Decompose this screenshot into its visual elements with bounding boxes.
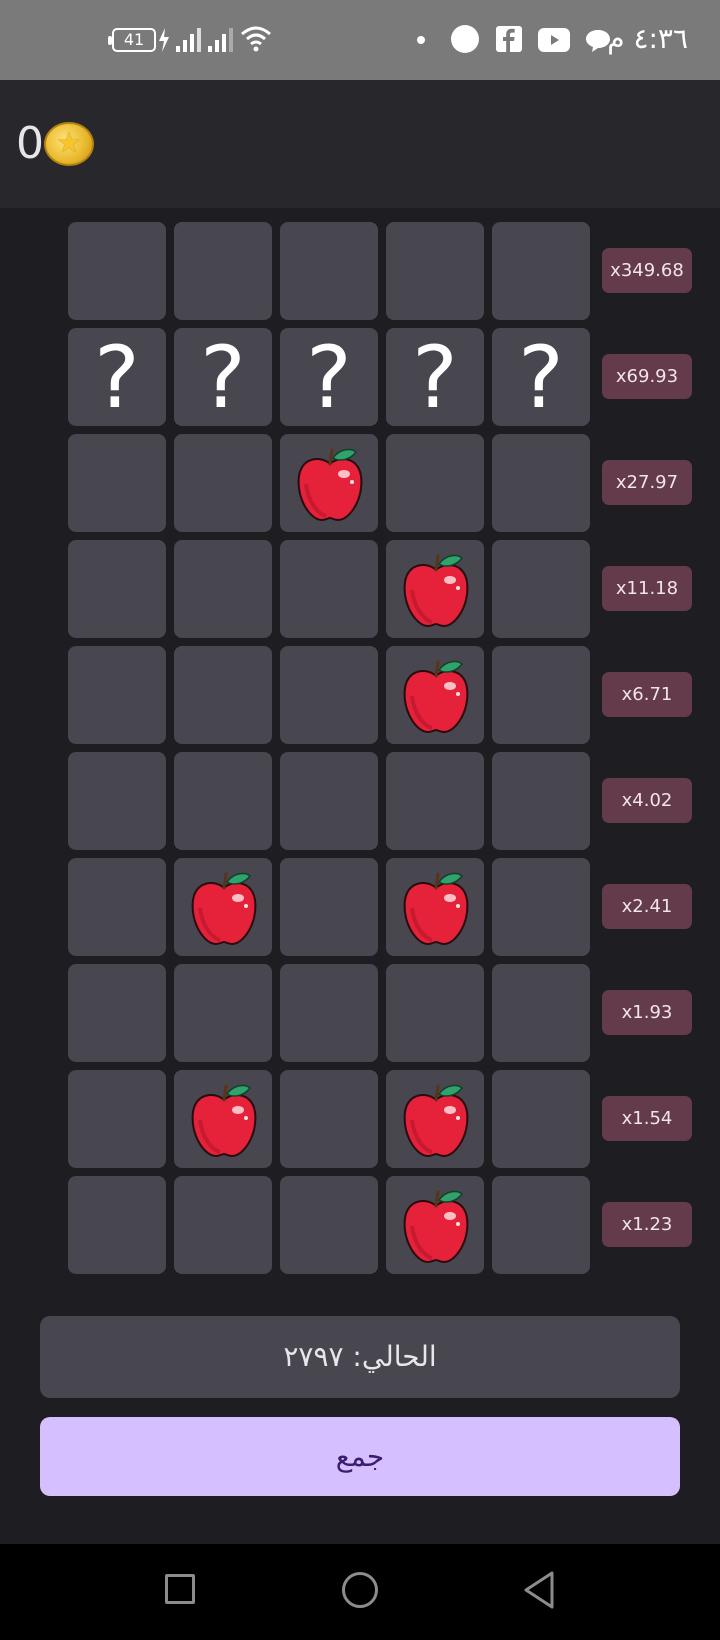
grid-cell[interactable] (68, 752, 166, 850)
grid-cell[interactable] (386, 1070, 484, 1168)
grid-cell[interactable]: ? (174, 328, 272, 428)
apple-icon (402, 552, 470, 628)
grid-cell[interactable] (492, 540, 590, 638)
grid-cell[interactable]: ? (280, 328, 378, 428)
grid-cell[interactable] (386, 646, 484, 744)
grid-cell[interactable] (174, 752, 272, 850)
question-mark: ? (306, 328, 352, 428)
grid-cell[interactable] (280, 540, 378, 638)
grid-cell[interactable] (492, 434, 590, 532)
back-icon[interactable] (522, 1570, 556, 1610)
coin-count: 0 (16, 118, 44, 169)
multiplier-badge: x4.02 (602, 778, 692, 823)
apple-icon (402, 1082, 470, 1158)
multiplier-badge: x1.23 (602, 1202, 692, 1247)
grid-cell[interactable] (492, 858, 590, 956)
multiplier-badge: x11.18 (602, 566, 692, 611)
multiplier-badge: x69.93 (602, 354, 692, 399)
clock: ٤:٣٦ م (607, 22, 688, 55)
question-mark: ? (200, 328, 246, 428)
grid-cell[interactable] (68, 1070, 166, 1168)
grid-cell[interactable] (492, 964, 590, 1062)
circle-icon (451, 25, 479, 53)
apple-icon (402, 870, 470, 946)
grid-cell[interactable] (68, 1176, 166, 1274)
home-icon[interactable] (342, 1572, 378, 1608)
multiplier-badge: x6.71 (602, 672, 692, 717)
app-root: 41 ٤:٣٦ م 0 x349.68????? x69.93 x27.97 x11.… (0, 0, 720, 1640)
grid-cell[interactable] (174, 540, 272, 638)
question-mark: ? (94, 328, 140, 428)
recents-icon[interactable] (165, 1574, 195, 1604)
grid-cell[interactable] (280, 434, 378, 532)
grid-cell[interactable] (280, 222, 378, 320)
question-mark: ? (518, 328, 564, 428)
grid-cell[interactable] (174, 646, 272, 744)
grid-cell[interactable] (492, 1070, 590, 1168)
wifi-icon (241, 26, 271, 52)
grid-cell[interactable] (492, 222, 590, 320)
grid-cell[interactable] (68, 858, 166, 956)
signal-icon (208, 28, 233, 52)
apple-icon (190, 1082, 258, 1158)
multiplier-badge: x349.68 (602, 248, 692, 293)
grid-cell[interactable]: ? (386, 328, 484, 428)
grid-cell[interactable] (280, 858, 378, 956)
grid-cell[interactable] (280, 1176, 378, 1274)
apple-icon (190, 870, 258, 946)
grid-cell[interactable] (174, 1070, 272, 1168)
grid-cell[interactable] (68, 540, 166, 638)
multiplier-badge: x1.93 (602, 990, 692, 1035)
facebook-icon (496, 26, 522, 52)
grid-cell[interactable] (174, 1176, 272, 1274)
status-bar: 41 ٤:٣٦ م (0, 0, 720, 80)
charging-icon (159, 28, 169, 52)
signal-icon (176, 28, 201, 52)
dot-icon (417, 36, 425, 44)
grid-cell[interactable] (386, 540, 484, 638)
grid-cell[interactable] (386, 222, 484, 320)
multiplier-badge: x27.97 (602, 460, 692, 505)
collect-button[interactable]: جمع (40, 1417, 680, 1496)
grid-cell[interactable] (174, 434, 272, 532)
grid-cell[interactable] (174, 858, 272, 956)
question-mark: ? (412, 328, 458, 428)
grid-cell[interactable] (68, 646, 166, 744)
grid-cell[interactable] (68, 222, 166, 320)
grid-cell[interactable]: ? (492, 328, 590, 428)
grid-cell[interactable] (174, 964, 272, 1062)
grid-cell[interactable] (386, 434, 484, 532)
grid-cell[interactable] (492, 646, 590, 744)
multiplier-badge: x1.54 (602, 1096, 692, 1141)
grid-cell[interactable] (68, 434, 166, 532)
grid-cell[interactable] (386, 858, 484, 956)
grid-cell[interactable] (492, 752, 590, 850)
navigation-bar (0, 1544, 720, 1640)
current-value: الحالي: ٢٧٩٧ (40, 1316, 680, 1398)
grid-cell[interactable]: ? (68, 328, 166, 428)
apple-icon (402, 658, 470, 734)
youtube-icon (538, 28, 570, 52)
grid-cell[interactable] (174, 222, 272, 320)
coin-icon (44, 122, 94, 166)
apple-icon (402, 1188, 470, 1264)
grid-cell[interactable] (68, 964, 166, 1062)
battery-icon: 41 (108, 28, 156, 52)
grid-cell[interactable] (386, 752, 484, 850)
grid-cell[interactable] (386, 1176, 484, 1274)
grid-cell[interactable] (280, 1070, 378, 1168)
grid-cell[interactable] (280, 964, 378, 1062)
multiplier-badge: x2.41 (602, 884, 692, 929)
header: 0 (0, 80, 720, 208)
grid-cell[interactable] (386, 964, 484, 1062)
grid-cell[interactable] (280, 646, 378, 744)
battery-level: 41 (123, 30, 145, 49)
grid-cell[interactable] (492, 1176, 590, 1274)
apple-icon (296, 446, 364, 522)
grid-cell[interactable] (280, 752, 378, 850)
